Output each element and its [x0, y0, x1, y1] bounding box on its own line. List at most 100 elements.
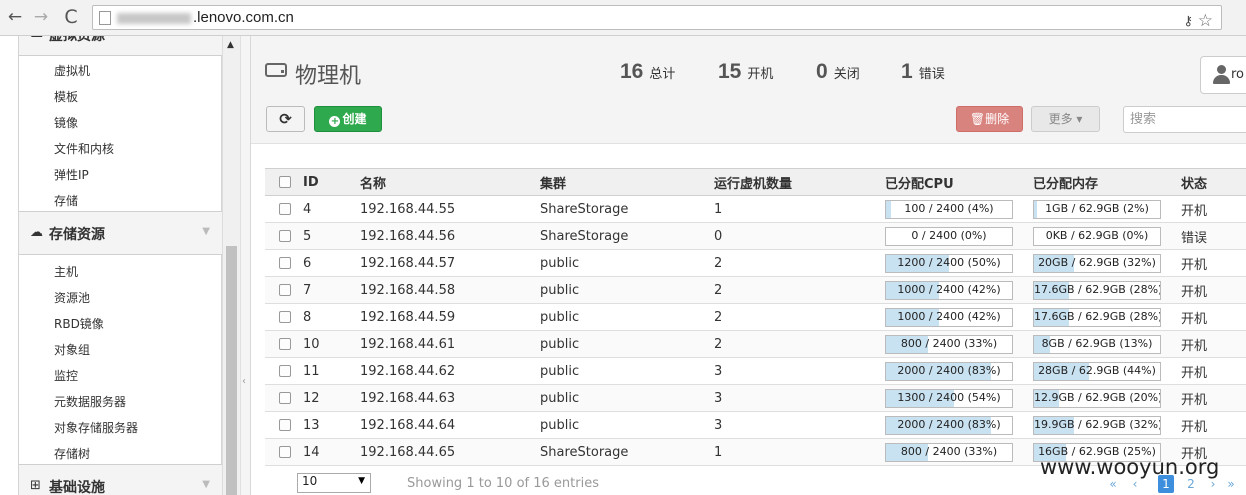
cpu-progress-bar: 1000 / 2400 (42%) [885, 307, 1013, 327]
cell-cpu: 2000 / 2400 (83%) [885, 411, 1033, 439]
row-checkbox[interactable] [279, 230, 291, 242]
cell-memory: 28GB / 62.9GB (44%) [1033, 357, 1181, 385]
sidebar-item-resource-pool[interactable]: 资源池 [54, 289, 90, 306]
search-input[interactable] [1123, 106, 1246, 133]
chevron-down-icon: ▼ [202, 479, 210, 490]
row-checkbox[interactable] [279, 446, 291, 458]
sidebar-item-object-storage-server[interactable]: 对象存储服务器 [54, 419, 138, 436]
row-select-cell[interactable] [265, 438, 303, 466]
sidebar-item-vm[interactable]: 虚拟机 [54, 62, 90, 79]
column-header-memory[interactable]: 已分配内存 [1033, 168, 1181, 196]
column-header-status[interactable]: 状态 [1181, 168, 1246, 196]
row-select-cell[interactable] [265, 384, 303, 412]
table-row[interactable]: 8 192.168.44.59 public 2 1000 / 2400 (42%) 17… [265, 303, 1246, 331]
cell-name[interactable]: 192.168.44.65 [360, 438, 540, 466]
column-header-cluster[interactable]: 集群 [540, 168, 714, 196]
forward-arrow-icon[interactable]: → [30, 6, 52, 28]
cell-id: 11 [303, 357, 360, 385]
page-size-select[interactable]: 10 ▼ [297, 473, 371, 493]
sidebar-item-image[interactable]: 镜像 [54, 114, 78, 131]
memory-progress-text: 8GB / 62.9GB (13%) [1041, 336, 1153, 350]
row-checkbox[interactable] [279, 419, 291, 431]
cpu-progress-bar: 0 / 2400 (0%) [885, 226, 1013, 246]
table-row[interactable]: 10 192.168.44.61 public 2 800 / 2400 (33%) 8G… [265, 330, 1246, 358]
row-select-cell[interactable] [265, 276, 303, 304]
sidebar-item-monitor[interactable]: 监控 [54, 367, 78, 384]
delete-button[interactable]: 🗑删除 [956, 106, 1023, 132]
column-header-cpu[interactable]: 已分配CPU [885, 168, 1033, 196]
column-header-id[interactable]: ID [303, 168, 360, 196]
user-menu-button[interactable]: ro [1200, 56, 1246, 94]
refresh-icon: ⟳ [279, 110, 292, 128]
cell-name[interactable]: 192.168.44.55 [360, 195, 540, 223]
sidebar-item-template[interactable]: 模板 [54, 88, 78, 105]
row-select-cell[interactable] [265, 222, 303, 250]
header-select-all[interactable] [265, 168, 303, 196]
row-checkbox[interactable] [279, 365, 291, 377]
cpu-progress-text: 800 / 2400 (33%) [900, 444, 998, 458]
row-select-cell[interactable] [265, 249, 303, 277]
row-checkbox[interactable] [279, 203, 291, 215]
row-checkbox[interactable] [279, 338, 291, 350]
select-all-checkbox[interactable] [279, 176, 291, 188]
cell-vm-count: 1 [714, 195, 885, 223]
sidebar-item-storage-tree[interactable]: 存储树 [54, 445, 90, 462]
table-row[interactable]: 12 192.168.44.63 public 3 1300 / 2400 (54%) 1… [265, 384, 1246, 412]
column-header-vm-count[interactable]: 运行虚机数量 [714, 168, 885, 196]
table-row[interactable]: 7 192.168.44.58 public 2 1000 / 2400 (42%) 17… [265, 276, 1246, 304]
cell-name[interactable]: 192.168.44.58 [360, 276, 540, 304]
cell-cpu: 800 / 2400 (33%) [885, 438, 1033, 466]
cell-name[interactable]: 192.168.44.61 [360, 330, 540, 358]
cell-name[interactable]: 192.168.44.63 [360, 384, 540, 412]
more-dropdown-button[interactable]: 更多 ▾ [1031, 106, 1100, 132]
row-select-cell[interactable] [265, 411, 303, 439]
row-select-cell[interactable] [265, 195, 303, 223]
bookmark-star-icon[interactable]: ☆ [1198, 11, 1213, 31]
table-row[interactable]: 5 192.168.44.56 ShareStorage 0 0 / 2400 (0%)… [265, 222, 1246, 250]
cell-name[interactable]: 192.168.44.56 [360, 222, 540, 250]
back-arrow-icon[interactable]: ← [4, 6, 26, 28]
cell-name[interactable]: 192.168.44.57 [360, 249, 540, 277]
memory-progress-bar: 8GB / 62.9GB (13%) [1033, 334, 1161, 354]
sidebar-item-object-group[interactable]: 对象组 [54, 341, 90, 358]
sidebar-item-host[interactable]: 主机 [54, 263, 78, 280]
sidebar-group-storage-resources[interactable]: ☁ 存储资源 ▼ [19, 211, 222, 255]
row-checkbox[interactable] [279, 284, 291, 296]
cell-name[interactable]: 192.168.44.59 [360, 303, 540, 331]
sidebar-item-metadata-server[interactable]: 元数据服务器 [54, 393, 126, 410]
cell-cluster: ShareStorage [540, 195, 714, 223]
create-button[interactable]: + 创建 [314, 106, 382, 132]
sidebar-item-files-kernel[interactable]: 文件和内核 [54, 140, 114, 157]
cell-cpu: 1300 / 2400 (54%) [885, 384, 1033, 412]
table-row[interactable]: 11 192.168.44.62 public 3 2000 / 2400 (83%) 2… [265, 357, 1246, 385]
row-checkbox[interactable] [279, 257, 291, 269]
sidebar-item-rbd-image[interactable]: RBD镜像 [54, 315, 104, 332]
row-select-cell[interactable] [265, 357, 303, 385]
sidebar-group-virtual-resources[interactable]: ☁ 虚拟资源 ▼ [19, 36, 222, 56]
row-select-cell[interactable] [265, 330, 303, 358]
cell-cpu: 100 / 2400 (4%) [885, 195, 1033, 223]
sidebar-item-storage[interactable]: 存储 [54, 192, 78, 209]
cell-memory: 20GB / 62.9GB (32%) [1033, 249, 1181, 277]
sidebar-item-elastic-ip[interactable]: 弹性IP [54, 166, 89, 183]
refresh-button[interactable]: ⟳ [266, 106, 305, 132]
scroll-up-arrow-icon[interactable]: ▲ [227, 40, 234, 50]
table-row[interactable]: 4 192.168.44.55 ShareStorage 1 100 / 2400 (4… [265, 195, 1246, 223]
row-checkbox[interactable] [279, 311, 291, 323]
sidebar-collapse-handle[interactable]: ‹ [240, 36, 251, 495]
reload-icon[interactable]: C [60, 6, 82, 28]
collapse-arrow-icon[interactable]: ‹ [242, 376, 246, 387]
row-select-cell[interactable] [265, 303, 303, 331]
address-bar[interactable]: .lenovo.com.cn ⚷ ☆ [92, 5, 1222, 31]
scrollbar-thumb[interactable] [226, 246, 237, 495]
last-page-button[interactable]: » [1223, 475, 1239, 493]
cell-name[interactable]: 192.168.44.62 [360, 357, 540, 385]
sidebar-scrollbar[interactable]: ▲ [222, 36, 240, 495]
column-header-name[interactable]: 名称 [360, 168, 540, 196]
cell-name[interactable]: 192.168.44.64 [360, 411, 540, 439]
sidebar-group-infrastructure[interactable]: ⊞ 基础设施 ▼ [19, 464, 222, 495]
key-icon[interactable]: ⚷ [1183, 14, 1193, 29]
row-checkbox[interactable] [279, 392, 291, 404]
table-row[interactable]: 13 192.168.44.64 public 3 2000 / 2400 (83%) 1… [265, 411, 1246, 439]
table-row[interactable]: 6 192.168.44.57 public 2 1200 / 2400 (50%) 20… [265, 249, 1246, 277]
